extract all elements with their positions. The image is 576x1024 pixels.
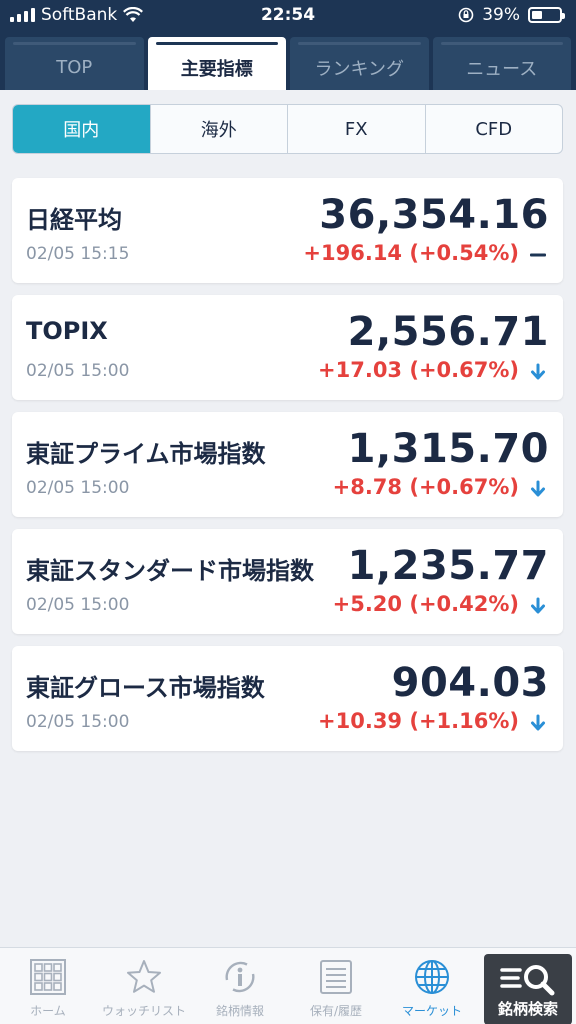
index-card-nikkei[interactable]: 日経平均 02/05 15:15 36,354.16 +196.14 (+0.5… (12, 178, 563, 283)
tab-ranking[interactable]: ランキング (290, 37, 429, 90)
index-value: 904.03 (391, 660, 549, 706)
index-change: +10.39 (+1.16%) (318, 709, 519, 733)
index-name: 東証スタンダード市場指数 (26, 557, 314, 585)
star-icon (127, 960, 161, 993)
top-tab-bar: TOP 主要指標 ランキング ニュース (5, 37, 571, 90)
info-icon (225, 961, 255, 993)
status-bar: SoftBank 22:54 39% (0, 0, 576, 32)
nav-label: 銘柄情報 (215, 1004, 264, 1018)
index-timestamp: 02/05 15:15 (26, 244, 130, 264)
orientation-lock-icon (458, 7, 474, 23)
index-value: 1,235.77 (347, 543, 549, 589)
index-timestamp: 02/05 15:00 (26, 595, 130, 615)
home-grid-icon (30, 959, 66, 995)
nav-stock-search[interactable]: 銘柄検索 (484, 954, 572, 1024)
down-arrow-icon (529, 363, 547, 381)
region-segment-control: 国内 海外 FX CFD (12, 104, 563, 154)
nav-market[interactable]: マーケット (384, 948, 480, 1024)
app-header: SoftBank 22:54 39% TOP 主要指標 ランキング ニュース (0, 0, 576, 90)
index-name: 東証グロース市場指数 (26, 674, 265, 702)
index-change: +196.14 (+0.54%) (303, 241, 519, 265)
index-card-topix[interactable]: TOPIX 02/05 15:00 2,556.71 +17.03 (+0.67… (12, 295, 563, 400)
index-change: +8.78 (+0.67%) (332, 475, 519, 499)
nav-label: ウォッチリスト (101, 1004, 186, 1018)
down-arrow-icon (529, 597, 547, 615)
nav-label: 銘柄検索 (497, 1000, 558, 1018)
nav-label: ホーム (30, 1004, 66, 1018)
segment-cfd[interactable]: CFD (424, 105, 563, 153)
index-name: 東証プライム市場指数 (26, 440, 266, 468)
tab-top[interactable]: TOP (5, 37, 144, 90)
battery-percent: 39% (482, 5, 520, 25)
nav-watchlist[interactable]: ウォッチリスト (96, 948, 192, 1024)
nav-holdings-history[interactable]: 保有/履歴 (288, 948, 384, 1024)
globe-icon (415, 960, 449, 994)
index-value: 1,315.70 (347, 426, 549, 472)
index-timestamp: 02/05 15:00 (26, 712, 130, 732)
down-arrow-icon (529, 714, 547, 732)
segment-domestic[interactable]: 国内 (13, 105, 150, 153)
nav-label: 保有/履歴 (309, 1004, 363, 1018)
index-value: 2,556.71 (347, 309, 549, 355)
segment-overseas[interactable]: 海外 (149, 105, 288, 153)
index-change: +5.20 (+0.42%) (332, 592, 519, 616)
list-icon (320, 960, 352, 994)
index-timestamp: 02/05 15:00 (26, 361, 130, 381)
battery-icon (528, 7, 565, 23)
tab-news[interactable]: ニュース (432, 37, 571, 90)
segment-fx[interactable]: FX (287, 105, 425, 153)
index-change: +17.03 (+0.67%) (318, 358, 519, 382)
index-name: 日経平均 (26, 206, 122, 234)
search-icon (500, 965, 555, 996)
tab-major-indices[interactable]: 主要指標 (147, 37, 286, 90)
bottom-nav: ホーム ウォッチリスト 銘柄情報 保有/履歴 マーケット 銘柄検索 (0, 947, 576, 1024)
flat-icon (529, 246, 547, 264)
nav-home[interactable]: ホーム (0, 948, 96, 1024)
index-value: 36,354.16 (319, 192, 549, 238)
index-card-growth[interactable]: 東証グロース市場指数 02/05 15:00 904.03 +10.39 (+1… (12, 646, 563, 751)
nav-stock-info[interactable]: 銘柄情報 (192, 948, 288, 1024)
nav-label: マーケット (401, 1004, 462, 1018)
index-card-prime[interactable]: 東証プライム市場指数 02/05 15:00 1,315.70 +8.78 (+… (12, 412, 563, 517)
index-timestamp: 02/05 15:00 (26, 478, 130, 498)
index-name: TOPIX (26, 317, 108, 345)
index-card-standard[interactable]: 東証スタンダード市場指数 02/05 15:00 1,235.77 +5.20 … (12, 529, 563, 634)
down-arrow-icon (529, 480, 547, 498)
